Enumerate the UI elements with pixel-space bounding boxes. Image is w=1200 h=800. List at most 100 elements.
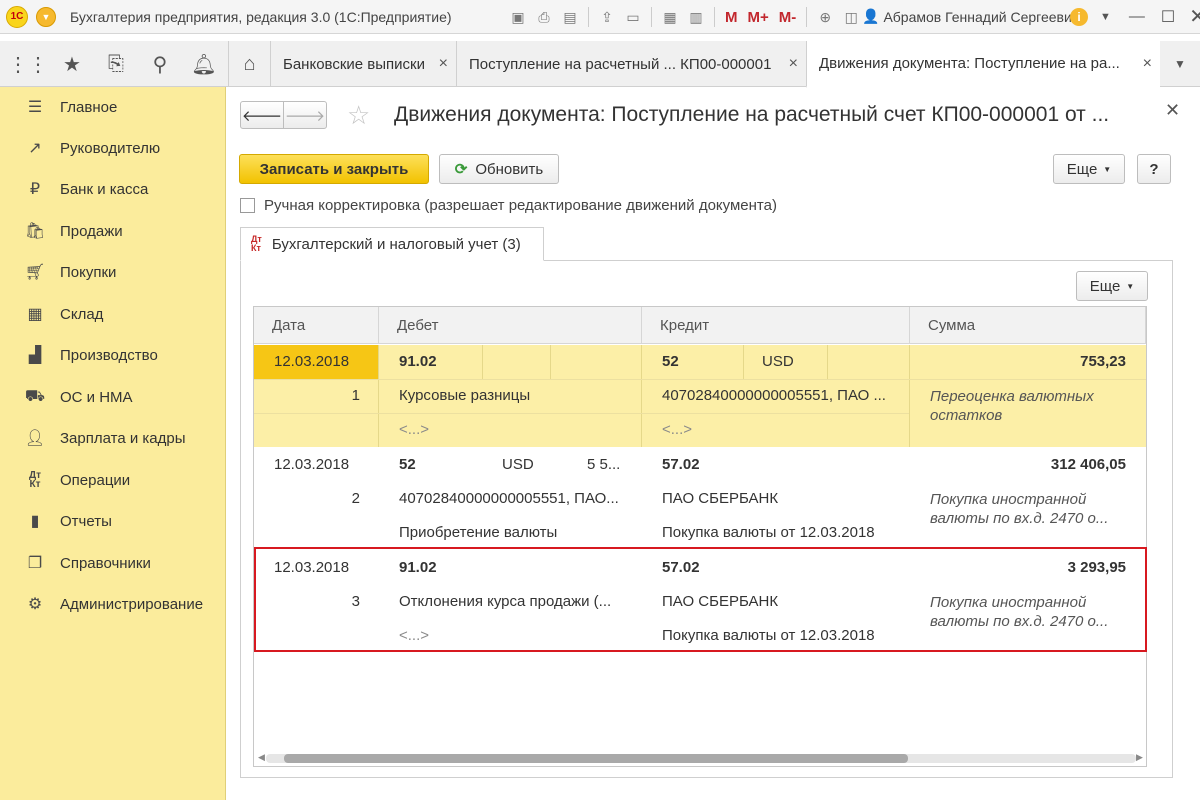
cell-divider	[550, 345, 551, 379]
calendar-icon[interactable]: ▥	[684, 5, 708, 29]
tab-document-movements[interactable]: Движения документа: Поступление на ра...…	[806, 41, 1160, 88]
trend-icon: ↗	[28, 140, 42, 157]
factory-icon: ▟	[28, 347, 42, 364]
sidebar-item-directories[interactable]: ❐ Справочники	[0, 545, 226, 581]
tab-bank-statements[interactable]: Банковские выписки ×	[270, 41, 456, 87]
chevron-down-icon: ▼	[1103, 164, 1112, 174]
more-button[interactable]: Еще ▼	[1053, 154, 1125, 184]
sidebar-item-reports[interactable]: ▮ Отчеты	[0, 503, 226, 539]
dt-kt-icon: Дт Кт	[28, 470, 42, 490]
sidebar-item-payroll[interactable]: 👤︎ Зарплата и кадры	[0, 420, 226, 456]
sidebar-item-main[interactable]: ☰ Главное	[0, 89, 226, 125]
home-icon[interactable]: ⌂	[228, 41, 270, 87]
window-title-bar: 1С ▼ Бухгалтерия предприятия, редакция 3…	[0, 0, 1200, 34]
sidebar-item-bank[interactable]: ₽ Банк и касса	[0, 171, 226, 207]
memory-plus-button[interactable]: M+	[744, 5, 773, 29]
memory-minus-button[interactable]: M-	[775, 5, 801, 29]
print-icon[interactable]: ⎙	[532, 5, 556, 29]
column-header-credit[interactable]: Кредит	[642, 307, 910, 344]
highlight-frame	[254, 547, 1147, 652]
help-button[interactable]: ?	[1137, 154, 1171, 184]
manual-correction-checkbox[interactable]: Ручная корректировка (разрешает редактир…	[240, 197, 777, 214]
close-tab-icon[interactable]: ×	[1143, 55, 1152, 73]
preview-icon[interactable]: ▤	[558, 5, 582, 29]
forward-button[interactable]: 🡒	[283, 101, 327, 129]
bell-icon[interactable]: 🔔︎	[182, 42, 226, 86]
column-header-sum[interactable]: Сумма	[910, 307, 1146, 344]
close-window-icon[interactable]: ✕	[1189, 4, 1200, 29]
row1-debit-subconto: Курсовые разницы	[399, 387, 531, 404]
table-header: Дата Дебет Кредит Сумма	[254, 307, 1146, 344]
sidebar-item-administration[interactable]: ⚙ Администрирование	[0, 586, 226, 622]
panel-icon[interactable]: ◫	[839, 5, 863, 29]
truck-icon: ⛟	[24, 388, 46, 405]
sidebar-item-production[interactable]: ▟ Производство	[0, 337, 226, 373]
close-form-icon[interactable]: ✕	[1165, 100, 1180, 121]
row1-debit-account: 91.02	[399, 353, 437, 370]
scrollbar-thumb[interactable]	[284, 754, 908, 763]
scroll-right-icon[interactable]: ▶	[1136, 752, 1143, 763]
cell-divider	[641, 345, 642, 447]
nav-icons: ⋮⋮ ★ ⎘ ⚲ 🔔︎	[0, 41, 226, 87]
info-icon[interactable]: i	[1070, 7, 1088, 26]
cell-divider	[827, 345, 828, 379]
zoom-icon[interactable]: ⊕	[813, 5, 837, 29]
favorite-star-icon[interactable]: ☆	[347, 100, 370, 131]
search-icon[interactable]: ⚲	[138, 42, 182, 86]
close-tab-icon[interactable]: ×	[439, 55, 448, 73]
back-button[interactable]: 🡐	[240, 101, 284, 129]
page-title: Движения документа: Поступление на расче…	[394, 103, 1110, 126]
refresh-label: Обновить	[475, 160, 544, 178]
tab-receipt-document[interactable]: Поступление на расчетный ... КП00-000001…	[456, 41, 806, 87]
sidebar-item-warehouse[interactable]: ▦ Склад	[0, 296, 226, 332]
tab-label: Банковские выписки	[283, 55, 425, 73]
table-more-button[interactable]: Еще ▼	[1076, 271, 1148, 301]
bag-icon: 🛍︎	[24, 223, 46, 240]
favorites-star-icon[interactable]: ★	[50, 42, 94, 86]
column-header-debit[interactable]: Дебет	[379, 307, 642, 344]
top-navigation: ⋮⋮ ★ ⎘ ⚲ 🔔︎ ⌂ Банковские выписки × Посту…	[0, 41, 1200, 88]
book-icon: ❐	[27, 555, 43, 572]
tabs-dropdown-icon[interactable]: ▼	[1160, 41, 1200, 87]
checkbox[interactable]	[240, 198, 255, 213]
sidebar-item-label: Отчеты	[60, 512, 112, 530]
toolbar-divider	[714, 7, 715, 27]
scroll-left-icon[interactable]: ◀	[258, 752, 265, 763]
main-menu-button[interactable]: ▼	[36, 6, 56, 27]
save-and-close-button[interactable]: Записать и закрыть	[239, 154, 429, 184]
cart-icon: 🛒︎	[24, 264, 46, 281]
close-tab-icon[interactable]: ×	[789, 55, 798, 73]
history-icon[interactable]: ⎘	[94, 42, 138, 86]
row1-sum: 753,23	[1080, 353, 1126, 370]
warehouse-icon: ▦	[27, 306, 43, 323]
tab-label: Бухгалтерский и налоговый учет (3)	[271, 235, 521, 253]
scan-icon[interactable]: ▭	[621, 5, 645, 29]
cell-divider	[482, 345, 483, 379]
sidebar-item-label: Склад	[60, 305, 104, 323]
minimize-icon[interactable]: —	[1129, 8, 1145, 26]
apps-grid-icon[interactable]: ⋮⋮	[6, 42, 50, 86]
titlebar-toolbar: ▣ ⎙ ▤ ⇪ ▭ ▦ ▥ M M+ M- ⊕ ◫	[506, 5, 863, 29]
row1-debit-empty: <...>	[399, 421, 430, 438]
memory-button[interactable]: M	[721, 5, 742, 29]
current-user[interactable]: 👤 Абрамов Геннадий Сергеевич	[862, 8, 1079, 25]
row2-credit-purpose: Покупка валюты от 12.03.2018	[662, 524, 875, 541]
maximize-icon[interactable]: ☐	[1161, 7, 1175, 27]
refresh-button[interactable]: ⟳ Обновить	[439, 154, 559, 184]
save-icon[interactable]: ▣	[506, 5, 530, 29]
refresh-icon: ⟳	[454, 161, 468, 178]
row2-date: 12.03.2018	[274, 456, 350, 473]
calculator-icon[interactable]: ▦	[658, 5, 682, 29]
chevron-down-icon[interactable]: ▼	[1100, 11, 1111, 23]
sidebar-item-operations[interactable]: Дт Кт Операции	[0, 462, 226, 498]
tab-accounting[interactable]: Дт Кт Бухгалтерский и налоговый учет (3)	[240, 227, 544, 261]
horizontal-scrollbar[interactable]	[266, 754, 1136, 763]
sidebar-item-sales[interactable]: 🛍︎ Продажи	[0, 213, 226, 249]
column-header-date[interactable]: Дата	[254, 307, 379, 344]
tab-label: Поступление на расчетный ... КП00-000001	[469, 55, 772, 73]
chart-icon: ▮	[30, 513, 40, 530]
sidebar-item-director[interactable]: ↗ Руководителю	[0, 130, 226, 166]
sidebar-item-fixed-assets[interactable]: ⛟ ОС и НМА	[0, 379, 226, 415]
upload-icon[interactable]: ⇪	[595, 5, 619, 29]
sidebar-item-purchases[interactable]: 🛒︎ Покупки	[0, 254, 226, 290]
